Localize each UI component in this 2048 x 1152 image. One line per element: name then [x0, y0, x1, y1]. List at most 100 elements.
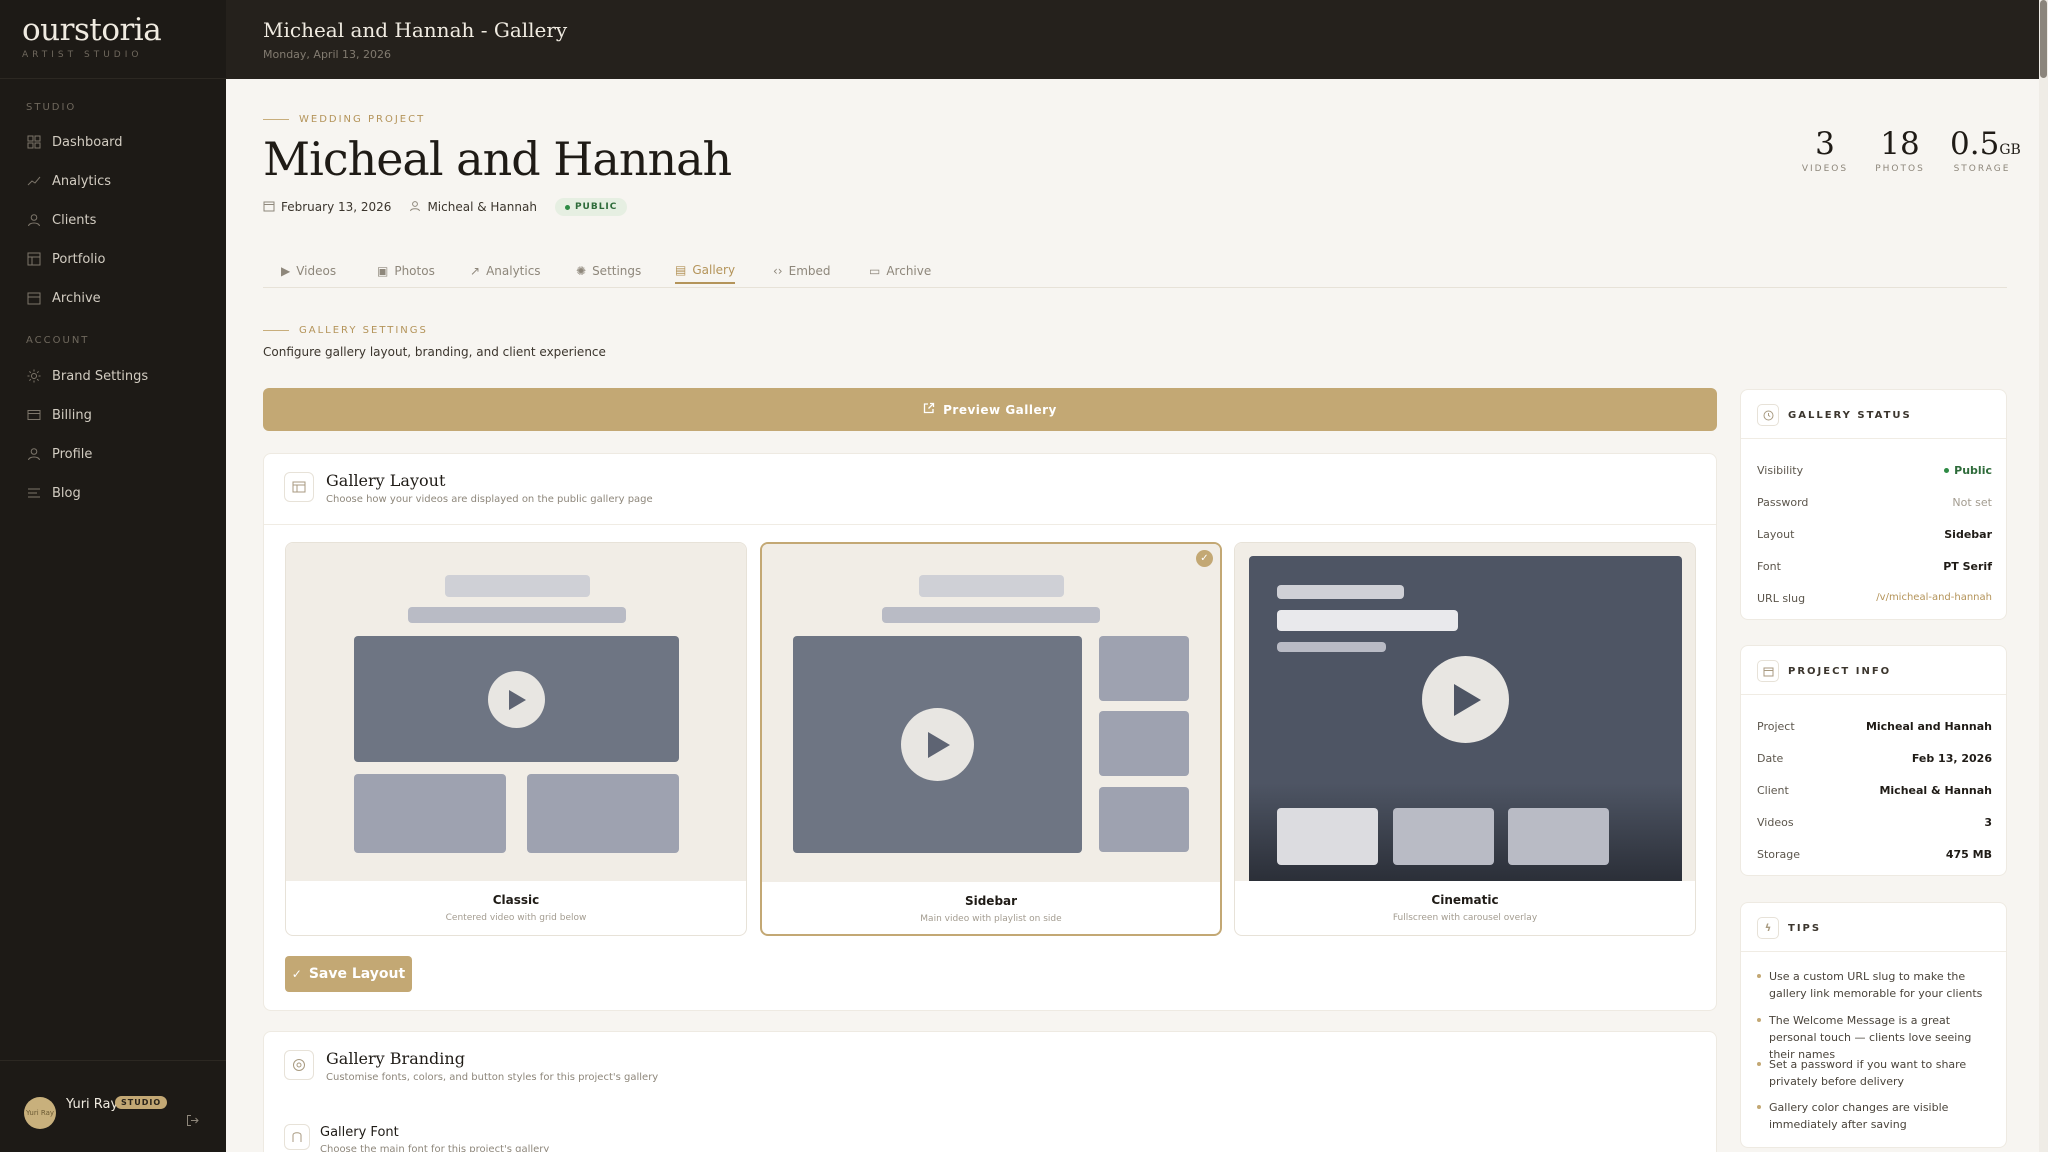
stat-value: 3 — [1815, 126, 1835, 162]
preview-subtitle-bar — [1277, 642, 1386, 652]
sidebar-item-label: Analytics — [52, 173, 112, 189]
tab-gallery[interactable]: ▤ Gallery — [675, 258, 736, 284]
tab-analytics[interactable]: ↗ Analytics — [470, 258, 541, 284]
layout-option-sidebar[interactable]: ✓ Sidebar Main video with playlist on si… — [760, 542, 1222, 936]
info-key: Storage — [1757, 848, 1801, 861]
gallery-layout-card: Gallery Layout Choose how your videos ar… — [263, 453, 1717, 1011]
preview-carousel-item — [1508, 808, 1609, 865]
status-value: PT Serif — [1943, 560, 1992, 573]
sidebar-item-archive[interactable]: Archive — [0, 281, 226, 315]
eyebrow-line — [263, 330, 289, 331]
photo-icon: ▣ — [377, 264, 389, 278]
sidebar-item-brand-settings[interactable]: Brand Settings — [0, 359, 226, 393]
save-layout-button[interactable]: ✓ Save Layout — [285, 956, 412, 992]
tab-label: Photos — [394, 264, 435, 278]
archive-icon — [26, 290, 42, 306]
sidebar-section-studio: STUDIO — [26, 102, 77, 113]
stat-label: STORAGE — [1953, 164, 2011, 174]
sidebar-item-billing[interactable]: Billing — [0, 398, 226, 432]
tip-text: Gallery color changes are visible immedi… — [1769, 1101, 1949, 1131]
gallery-icon: ▤ — [675, 263, 687, 277]
card-divider — [1741, 694, 2006, 695]
tab-archive[interactable]: ▭ Archive — [869, 258, 931, 284]
tab-embed[interactable]: ‹› Embed — [773, 258, 831, 284]
tip-text: Use a custom URL slug to make the galler… — [1769, 970, 1983, 1000]
status-key: Layout — [1757, 528, 1795, 541]
layout-option-name: Sidebar — [964, 894, 1018, 908]
layout-option-classic[interactable]: Classic Centered video with grid below — [285, 542, 747, 936]
status-row-visibility: Visibility Public — [1757, 464, 1992, 477]
status-value: Not set — [1952, 496, 1992, 509]
sidebar-item-dashboard[interactable]: Dashboard — [0, 125, 226, 159]
tab-settings[interactable]: ✺ Settings — [576, 258, 641, 284]
gallery-font-desc: Choose the main font for this project's … — [320, 1144, 550, 1152]
video-icon: ▶ — [281, 264, 291, 278]
sidebar-item-analytics[interactable]: Analytics — [0, 164, 226, 198]
tip-item: Set a password if you want to share priv… — [1757, 1056, 1997, 1090]
url-slug-link[interactable]: /v/micheal-and-hannah — [1876, 592, 1992, 605]
code-icon: ‹› — [773, 264, 783, 278]
info-value: 3 — [1984, 816, 1992, 829]
layout-option-name: Classic — [492, 893, 540, 907]
avatar[interactable]: Yuri Ray — [24, 1097, 56, 1129]
status-value: Public — [1944, 464, 1992, 477]
logout-icon[interactable] — [186, 1114, 199, 1131]
tip-text: Set a password if you want to share priv… — [1769, 1058, 1967, 1088]
status-row-password: Password Not set — [1757, 496, 1992, 509]
chart-icon — [26, 173, 42, 189]
layout-preview — [286, 543, 746, 881]
stat-photos: 18 PHOTOS — [1872, 126, 1928, 174]
sidebar-item-label: Blog — [52, 485, 81, 501]
preview-playlist-item — [1099, 787, 1189, 852]
tab-videos[interactable]: ▶ Videos — [281, 258, 336, 284]
save-layout-label: Save Layout — [308, 966, 406, 982]
status-key: Password — [1757, 496, 1809, 509]
sidebar-item-blog[interactable]: Blog — [0, 476, 226, 510]
tip-text: The Welcome Message is a great personal … — [1769, 1014, 1972, 1061]
sidebar-item-profile[interactable]: Profile — [0, 437, 226, 471]
layout-option-desc: Main video with playlist on side — [920, 914, 1062, 924]
sidebar-item-clients[interactable]: Clients — [0, 203, 226, 237]
status-key: Visibility — [1757, 464, 1804, 477]
scrollbar-track[interactable] — [2039, 0, 2048, 1152]
layout-option-cinematic[interactable]: Cinematic Fullscreen with carousel overl… — [1234, 542, 1696, 936]
card-divider — [1741, 438, 2006, 439]
sidebar-item-label: Clients — [52, 212, 97, 228]
preview-heading-bar — [1277, 610, 1458, 631]
status-row-font: Font PT Serif — [1757, 560, 1992, 573]
tip-item: Use a custom URL slug to make the galler… — [1757, 968, 1997, 1002]
stat-value: 0.5GB — [1950, 126, 2021, 162]
user-icon — [409, 200, 421, 215]
logo[interactable]: ourstoria ARTIST STUDIO — [22, 12, 162, 60]
project-title: Micheal and Hannah — [263, 132, 732, 186]
check-icon: ✓ — [291, 967, 302, 981]
project-date-text: February 13, 2026 — [281, 200, 392, 214]
status-dot — [564, 204, 570, 210]
info-key: Project — [1757, 720, 1795, 733]
preview-gallery-button[interactable]: Preview Gallery — [263, 388, 1717, 431]
info-row-client: Client Micheal & Hannah — [1757, 784, 1992, 797]
info-value: Micheal & Hannah — [1879, 784, 1992, 797]
gallery-branding-subtitle: Customise fonts, colors, and button styl… — [326, 1072, 659, 1083]
project-tabs: ▶ Videos ▣ Photos ↗ Analytics ✺ Settings ▤ Ga… — [263, 252, 2007, 288]
gallery-settings-label: GALLERY SETTINGS — [299, 325, 428, 336]
info-value: Feb 13, 2026 — [1911, 752, 1992, 765]
preview-subtitle-bar — [408, 607, 626, 623]
play-icon — [901, 708, 974, 781]
scrollbar-thumb[interactable] — [2040, 0, 2047, 78]
tab-label: Embed — [788, 264, 831, 278]
sidebar-item-label: Archive — [52, 290, 101, 306]
status-row-layout: Layout Sidebar — [1757, 528, 1992, 541]
status-row-url-slug: URL slug/v/micheal-and-hannah — [1757, 592, 1992, 605]
sidebar-item-portfolio[interactable]: Portfolio — [0, 242, 226, 276]
project-type-label: WEDDING PROJECT — [299, 114, 426, 125]
lines-icon — [26, 485, 42, 501]
user-icon — [26, 212, 42, 228]
user-icon — [26, 446, 42, 462]
preview-subtitle-bar — [882, 607, 1100, 623]
gallery-settings-eyebrow: GALLERY SETTINGS — [263, 325, 428, 336]
gallery-branding-title: Gallery Branding — [326, 1049, 465, 1068]
sidebar-item-label: Brand Settings — [52, 368, 149, 384]
gallery-status-header: GALLERY STATUS — [1757, 404, 1912, 426]
tab-photos[interactable]: ▣ Photos — [377, 258, 435, 284]
